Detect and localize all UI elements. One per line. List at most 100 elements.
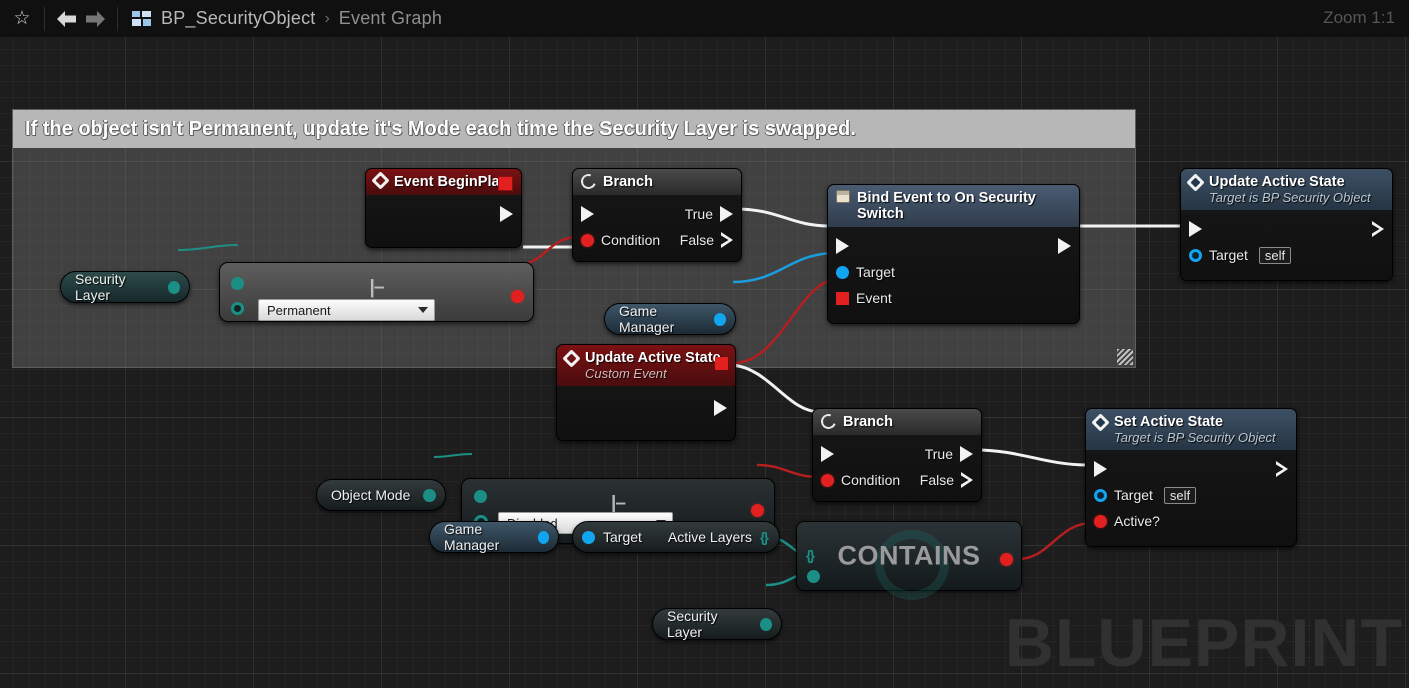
- target-input-pin[interactable]: [836, 266, 849, 279]
- node-header: Branch: [813, 409, 981, 435]
- node-update-active-state-call[interactable]: Update Active State Target is BP Securit…: [1180, 168, 1393, 281]
- branch-condition-label: Condition: [601, 232, 660, 248]
- delegate-input-pin[interactable]: [836, 292, 849, 305]
- zoom-level-label: Zoom 1:1: [1323, 8, 1395, 28]
- node-update-active-state-custom-event[interactable]: Update Active State Custom Event: [556, 344, 736, 441]
- exec-input-pin[interactable]: [1094, 461, 1107, 477]
- enum-output-pin[interactable]: [168, 281, 180, 294]
- equality-glyph: |–: [370, 277, 384, 299]
- variable-label: Security Layer: [75, 271, 160, 303]
- delegate-square-icon[interactable]: [498, 176, 513, 191]
- exec-output-pin[interactable]: [1372, 221, 1384, 237]
- exec-input-pin[interactable]: [836, 238, 849, 254]
- comment-resize-grip[interactable]: [1117, 349, 1133, 365]
- toolbar-divider-1: [44, 7, 45, 31]
- branch-true-label: True: [685, 206, 713, 222]
- star-icon[interactable]: ☆: [8, 5, 36, 33]
- node-branch-bottom[interactable]: Branch True Condition False: [812, 408, 982, 502]
- breadcrumb-root[interactable]: BP_SecurityObject: [161, 8, 315, 29]
- array-input-pin[interactable]: {}: [806, 547, 813, 563]
- node-header: Update Active State Target is BP Securit…: [1181, 169, 1392, 210]
- fn-active-label: Active?: [1114, 513, 1160, 529]
- bind-target-row: Target: [828, 259, 1079, 285]
- exec-true-pin[interactable]: [720, 206, 733, 222]
- bool-output-pin[interactable]: [751, 504, 764, 517]
- arrow-right-icon[interactable]: [81, 5, 109, 33]
- active-input-pin[interactable]: [1094, 515, 1107, 528]
- variable-game-manager-bottom[interactable]: Game Manager: [429, 521, 559, 553]
- variable-object-mode[interactable]: Object Mode: [316, 479, 446, 511]
- fn-target-label: Target: [1209, 247, 1248, 263]
- exec-false-pin[interactable]: [721, 232, 733, 248]
- exec-output-pin[interactable]: [500, 206, 513, 222]
- item-input-pin[interactable]: [807, 570, 820, 583]
- node-header: Event BeginPlay: [366, 169, 521, 195]
- branch-condition-row: Condition False: [813, 467, 981, 493]
- enum-value-dropdown[interactable]: Permanent: [258, 299, 435, 321]
- node-contains[interactable]: {} CONTAINS: [796, 521, 1022, 591]
- node-set-active-state[interactable]: Set Active State Target is BP Security O…: [1085, 408, 1297, 547]
- delegate-square-icon[interactable]: [715, 357, 728, 370]
- exec-output-pin[interactable]: [1058, 238, 1071, 254]
- arrow-left-icon[interactable]: [53, 5, 81, 33]
- variable-label: Object Mode: [331, 487, 410, 503]
- bool-output-pin[interactable]: [1000, 553, 1013, 566]
- condition-input-pin[interactable]: [821, 474, 834, 487]
- target-self-value[interactable]: self: [1259, 247, 1291, 264]
- variable-security-layer-bottom[interactable]: Security Layer: [652, 608, 782, 640]
- blueprint-grid-icon: [132, 11, 152, 27]
- node-header: Branch: [573, 169, 741, 195]
- event-diamond-icon: [371, 171, 389, 189]
- object-output-pin[interactable]: [538, 531, 549, 544]
- node-title: Update Active State: [585, 350, 721, 366]
- node-get-active-layers[interactable]: Target Active Layers {}: [572, 521, 780, 553]
- target-input-pin[interactable]: [1094, 489, 1107, 502]
- enum-input-pin-a[interactable]: [231, 277, 244, 290]
- enum-output-pin[interactable]: [760, 618, 772, 631]
- chevron-right-icon: ›: [324, 10, 329, 28]
- branch-false-label: False: [680, 232, 714, 248]
- exec-true-pin[interactable]: [960, 446, 973, 462]
- node-title: Update Active State: [1209, 174, 1371, 190]
- node-title: Set Active State: [1114, 414, 1276, 430]
- branch-exec-row: True: [813, 441, 981, 467]
- node-bind-event-to-on-security-switch[interactable]: Bind Event to On Security Switch Target …: [827, 184, 1080, 324]
- bind-event-row: Event: [828, 285, 1079, 311]
- exec-input-pin[interactable]: [1189, 221, 1202, 237]
- target-input-pin[interactable]: [1189, 249, 1202, 262]
- target-self-value[interactable]: self: [1164, 487, 1196, 504]
- array-output-pin[interactable]: {}: [760, 529, 767, 545]
- branch-condition-label: Condition: [841, 472, 900, 488]
- breadcrumb-current[interactable]: Event Graph: [339, 8, 442, 29]
- node-header: Update Active State Custom Event: [557, 345, 735, 386]
- variable-game-manager-top[interactable]: Game Manager: [604, 303, 736, 335]
- exec-output-pin[interactable]: [1276, 461, 1288, 477]
- node-enum-compare-permanent[interactable]: |– Permanent: [219, 262, 534, 322]
- enum-value: Permanent: [267, 303, 331, 318]
- toolbar-divider-2: [117, 7, 118, 31]
- exec-input-pin[interactable]: [581, 206, 594, 222]
- node-subtitle: Target is BP Security Object: [1209, 190, 1371, 205]
- top-toolbar: ☆ BP_SecurityObject › Event Graph Zoom 1…: [0, 0, 1409, 37]
- fn-active-row: Active?: [1086, 508, 1296, 534]
- blueprint-watermark: BLUEPRINT: [1005, 604, 1403, 682]
- enum-output-pin[interactable]: [423, 489, 436, 502]
- branch-icon: [579, 172, 599, 192]
- enum-input-pin-b[interactable]: [231, 302, 244, 315]
- exec-false-pin[interactable]: [961, 472, 973, 488]
- node-header: Bind Event to On Security Switch: [828, 185, 1079, 227]
- target-label: Target: [603, 529, 642, 545]
- exec-input-pin[interactable]: [821, 446, 834, 462]
- node-title: Branch: [603, 174, 653, 190]
- condition-input-pin[interactable]: [581, 234, 594, 247]
- event-graph-canvas[interactable]: BLUEPRINT If the object isn't Permanent,…: [0, 37, 1409, 688]
- node-event-begin-play[interactable]: Event BeginPlay: [365, 168, 522, 248]
- object-output-pin[interactable]: [714, 313, 726, 326]
- exec-output-pin[interactable]: [714, 400, 727, 416]
- comment-title[interactable]: If the object isn't Permanent, update it…: [13, 110, 1135, 148]
- variable-security-layer-top[interactable]: Security Layer: [60, 271, 190, 303]
- target-input-pin[interactable]: [582, 531, 595, 544]
- node-branch-top[interactable]: Branch True Condition False: [572, 168, 742, 262]
- enum-input-pin-a[interactable]: [474, 490, 487, 503]
- bool-output-pin[interactable]: [511, 290, 524, 303]
